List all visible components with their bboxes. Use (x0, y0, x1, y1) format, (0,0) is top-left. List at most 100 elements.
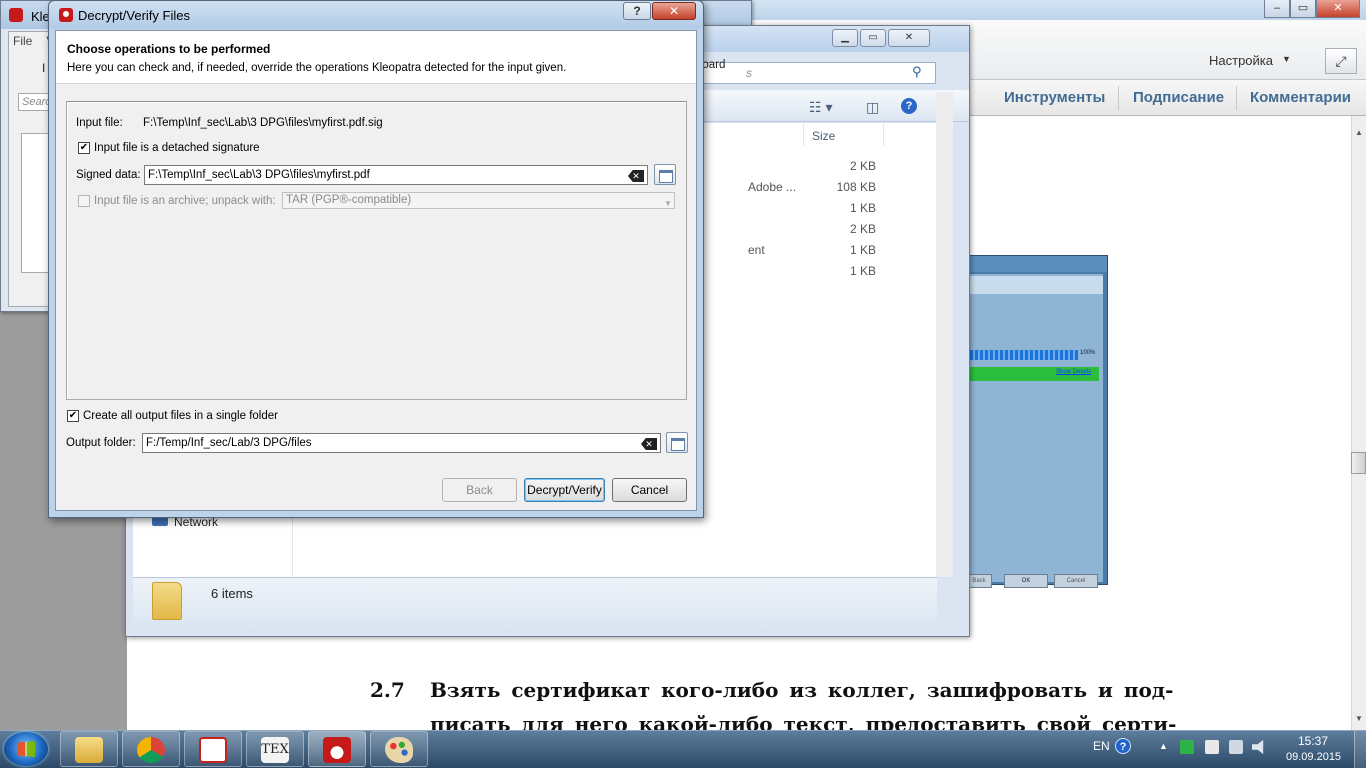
output-folder-field[interactable]: F:/Temp/Inf_sec/Lab/3 DPG/files (142, 433, 661, 453)
taskbar-kleopatra[interactable] (308, 731, 366, 767)
expand-icon[interactable]: ⤢ (1325, 48, 1357, 74)
file-size: 1 KB (849, 264, 876, 278)
divider (1118, 86, 1119, 110)
detached-signature-label[interactable]: Input file is a detached signature (94, 142, 260, 154)
taskbar-acrobat[interactable] (184, 731, 242, 767)
search-placeholder: s (746, 66, 752, 80)
scroll-up-icon[interactable]: ▲ (1355, 128, 1363, 137)
file-size: 2 KB (849, 222, 876, 236)
chrome-icon (137, 737, 165, 763)
clock-time[interactable]: 15:37 (1298, 734, 1328, 748)
details-pane (133, 577, 937, 632)
column-divider (883, 124, 884, 146)
acrobat-icon (199, 737, 227, 763)
tray-app-icon[interactable] (1180, 740, 1194, 754)
output-folder-label: Output folder: (66, 437, 136, 449)
embedded-screenshot: 100% Show Details Back OK Cancel (965, 255, 1108, 588)
chevron-down-icon: ▼ (664, 199, 672, 208)
scrollbar-thumb[interactable] (1351, 452, 1366, 474)
minimize-button[interactable]: ▁ (832, 29, 858, 47)
file-size: 1 KB (849, 243, 876, 257)
clock-date[interactable]: 09.09.2015 (1286, 751, 1341, 763)
item-count: 6 items (211, 586, 253, 601)
help-icon[interactable]: ? (1115, 738, 1131, 754)
windows-logo-icon (17, 741, 35, 757)
signed-data-label: Signed data: (76, 169, 141, 181)
page-scrollbar[interactable]: ▲ ▼ (1351, 116, 1366, 730)
page-subtitle: Here you can check and, if needed, overr… (67, 62, 567, 74)
taskbar-paint[interactable] (370, 731, 428, 767)
flag-icon[interactable] (1205, 740, 1219, 754)
help-button[interactable]: ? (623, 2, 651, 20)
language-indicator[interactable]: EN (1093, 739, 1110, 753)
kleopatra-icon (323, 737, 351, 763)
detached-signature-checkbox[interactable]: ✔ (78, 142, 90, 154)
explorer-icon (75, 737, 103, 763)
toolbar-import-label[interactable]: I (42, 61, 45, 75)
single-folder-checkbox[interactable]: ✔ (67, 410, 79, 422)
embedded-show-details-link: Show Details (1056, 369, 1092, 375)
input-file-label: Input file: (76, 117, 123, 129)
browse-folder-icon[interactable] (654, 164, 676, 185)
preview-pane-icon[interactable]: ◫ (866, 99, 879, 116)
input-file-value: F:\Temp\Inf_sec\Lab\3 DPG\files\myfirst.… (143, 117, 383, 129)
scroll-down-icon[interactable]: ▼ (1355, 714, 1363, 723)
operations-group: Input file: F:\Temp\Inf_sec\Lab\3 DPG\fi… (66, 101, 687, 400)
file-type: Adobe ... (748, 180, 797, 194)
tools-tab[interactable]: Инструменты (1004, 89, 1105, 106)
view-options-icon[interactable]: ☷ ▾ (809, 99, 832, 116)
reader-window-controls: – ▭ ✕ (1264, 0, 1360, 18)
menu-file[interactable]: File (13, 34, 32, 48)
dialog-header: Choose operations to be performed Here y… (56, 31, 696, 84)
embedded-progress-label: 100% (1080, 350, 1096, 356)
signed-data-field[interactable]: F:\Temp\Inf_sec\Lab\3 DPG\files\myfirst.… (144, 165, 648, 185)
kleopatra-icon (9, 8, 23, 22)
network-icon[interactable] (1229, 740, 1243, 754)
chevron-down-icon[interactable]: ▼ (1282, 54, 1291, 64)
embedded-progress-bar (970, 350, 1078, 360)
archive-format-select[interactable]: TAR (PGP®-compatible) ▼ (282, 192, 675, 209)
show-desktop-button[interactable] (1354, 731, 1366, 768)
column-divider (803, 124, 804, 146)
decrypt-verify-button[interactable]: Decrypt/Verify (524, 478, 605, 502)
cancel-button[interactable]: Cancel (612, 478, 687, 502)
folder-icon (152, 582, 182, 620)
archive-label: Input file is an archive; unpack with: (94, 195, 276, 207)
column-header-size[interactable]: Size (812, 129, 835, 143)
page-title: Choose operations to be performed (67, 42, 271, 56)
divider (1236, 86, 1237, 110)
browse-folder-icon[interactable] (666, 432, 688, 453)
explorer-window-controls: ▁ ▭ ✕ (832, 29, 932, 47)
section-text-line: Взять сертификат кого-либо из коллег, за… (430, 678, 1174, 702)
file-size: 2 KB (849, 159, 876, 173)
comments-tab[interactable]: Комментарии (1250, 89, 1351, 106)
sign-tab[interactable]: Подписание (1133, 89, 1224, 106)
embedded-cancel-button: Cancel (1054, 574, 1098, 588)
close-button[interactable]: ✕ (652, 2, 696, 20)
maximize-button[interactable]: ▭ (860, 29, 886, 47)
embedded-ok-button: OK (1004, 574, 1048, 588)
explorer-scrollbar[interactable] (936, 92, 953, 577)
show-hidden-icons[interactable]: ▲ (1159, 741, 1168, 751)
dialog-client-area: Choose operations to be performed Here y… (55, 30, 697, 511)
search-icon[interactable]: ⚲ (912, 64, 922, 80)
minimize-button[interactable]: – (1264, 0, 1290, 18)
taskbar-tex[interactable]: TEX (246, 731, 304, 767)
taskbar-explorer[interactable] (60, 731, 118, 767)
close-button[interactable]: ✕ (1316, 0, 1360, 18)
back-button[interactable]: Back (442, 478, 517, 502)
paint-icon (385, 737, 413, 763)
maximize-button[interactable]: ▭ (1290, 0, 1316, 18)
archive-checkbox[interactable] (78, 195, 90, 207)
kleopatra-icon (59, 8, 73, 22)
file-size: 1 KB (849, 201, 876, 215)
single-folder-label[interactable]: Create all output files in a single fold… (83, 410, 278, 422)
help-icon[interactable]: ? (901, 98, 917, 114)
settings-menu[interactable]: Настройка (1209, 53, 1273, 68)
taskbar-chrome[interactable] (122, 731, 180, 767)
file-size: 108 KB (836, 180, 876, 194)
embedded-header (970, 276, 1103, 294)
section-number: 2.7 (370, 678, 405, 702)
embedded-titlebar (966, 256, 1107, 272)
close-button[interactable]: ✕ (888, 29, 930, 47)
